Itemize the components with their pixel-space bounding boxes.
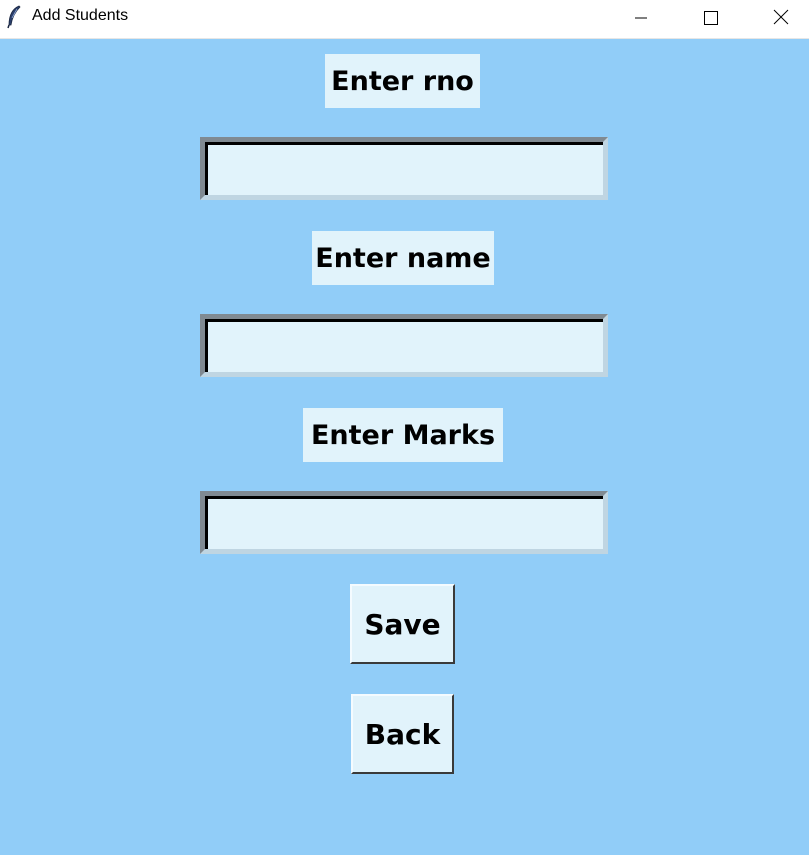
maximize-icon <box>704 10 718 29</box>
add-students-window: Add Students Enter rno Enter name Enter … <box>0 0 809 855</box>
feather-icon <box>6 5 22 29</box>
title-bar: Add Students <box>0 0 809 39</box>
rno-input[interactable] <box>205 142 603 195</box>
minimize-button[interactable] <box>618 0 664 38</box>
rno-field-frame <box>200 137 608 200</box>
close-icon <box>773 9 789 29</box>
marks-field-frame <box>200 491 608 554</box>
marks-label: Enter Marks <box>303 408 503 462</box>
name-input[interactable] <box>205 319 603 372</box>
name-label: Enter name <box>312 231 494 285</box>
close-button[interactable] <box>758 0 804 38</box>
back-button[interactable]: Back <box>351 694 454 774</box>
name-field-frame <box>200 314 608 377</box>
rno-label: Enter rno <box>325 54 480 108</box>
window-title: Add Students <box>32 7 129 24</box>
minimize-icon <box>634 10 648 29</box>
maximize-button[interactable] <box>688 0 734 38</box>
marks-input[interactable] <box>205 496 603 549</box>
save-button[interactable]: Save <box>350 584 455 664</box>
